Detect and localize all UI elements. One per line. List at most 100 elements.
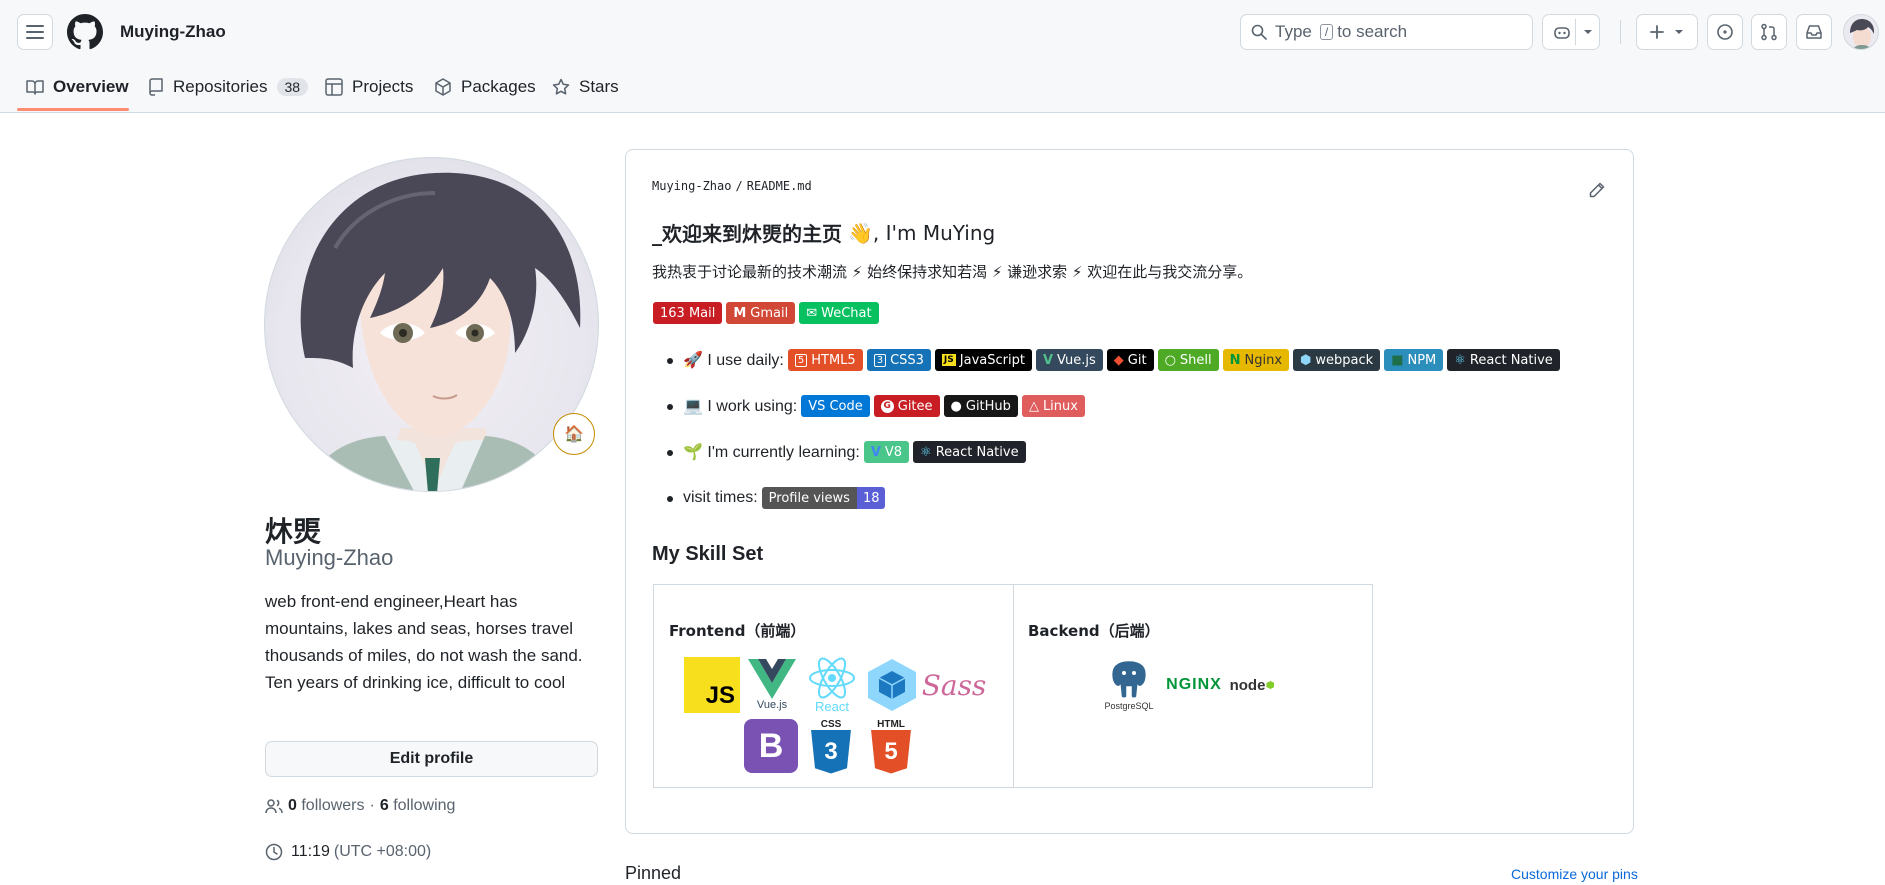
local-time-row: 11:19 (UTC +08:00)	[265, 843, 431, 861]
badge-html5[interactable]: 5 HTML5	[787, 349, 863, 371]
badge-npm[interactable]: ■ NPM	[1384, 349, 1444, 371]
tab-projects[interactable]: Projects	[325, 70, 413, 104]
bullet	[667, 496, 673, 502]
html5-logo-number: 5	[884, 737, 898, 765]
menu-button[interactable]	[17, 14, 53, 50]
nodejs-logo[interactable]: node	[1224, 665, 1280, 705]
followers-row: 0 followers · 6 following	[265, 797, 455, 815]
search-input[interactable]: Type / to search	[1240, 14, 1533, 50]
postgresql-logo[interactable]: PostgreSQL	[1099, 657, 1159, 713]
badge-wechat[interactable]: ✉ WeChat	[799, 302, 879, 324]
inbox-button[interactable]	[1796, 14, 1832, 50]
badge-webpack[interactable]: ⬢ webpack	[1293, 349, 1381, 371]
badge-javascript[interactable]: JS JavaScript	[934, 349, 1032, 371]
html5-logo[interactable]: HTML 5	[869, 717, 913, 775]
vue-logo-text: Vue.js	[756, 699, 788, 711]
profile-views-count: 18	[856, 487, 886, 509]
nginx-icon: N	[1229, 352, 1241, 368]
vue-logo[interactable]: Vue.js	[744, 657, 800, 713]
tab-overview-underline	[17, 108, 129, 111]
sass-logo[interactable]: Sass	[922, 657, 987, 713]
followers-link[interactable]: 0 followers	[288, 797, 365, 815]
header-username[interactable]: Muying-Zhao	[120, 22, 226, 42]
issues-button[interactable]	[1707, 14, 1743, 50]
pencil-icon	[1589, 182, 1605, 198]
book-icon	[26, 80, 44, 95]
react-atom-icon	[809, 657, 855, 698]
bullet	[667, 450, 673, 456]
create-new-button[interactable]	[1636, 14, 1698, 50]
frontend-label: Frontend（前端）	[669, 622, 806, 640]
badge-nginx[interactable]: N Nginx	[1222, 349, 1290, 371]
badge-v8[interactable]: V V8	[863, 441, 910, 463]
shell-icon: ○	[1164, 352, 1176, 368]
copilot-divider	[1575, 19, 1576, 45]
nodejs-hexagon-icon	[1266, 681, 1275, 689]
badge-react-native-label: React Native	[1469, 352, 1553, 368]
profile-avatar[interactable]	[264, 157, 599, 492]
v8-icon: V	[870, 444, 881, 460]
skill-set-heading: My Skill Set	[652, 543, 764, 565]
css3-logo[interactable]: CSS 3	[809, 717, 853, 775]
set-status-button[interactable]: 🏠	[553, 413, 595, 455]
readme-path-user[interactable]: Muying-Zhao	[652, 179, 731, 193]
github-logo-icon[interactable]	[67, 14, 103, 50]
learning-label: 🌱 I'm currently learning:	[683, 444, 860, 461]
gitee-icon: G	[880, 399, 894, 413]
readme-heading: _欢迎来到炑煚的主页 👋 , I'm MuYing	[652, 218, 995, 247]
badge-git-label: Git	[1127, 352, 1147, 368]
readme-intro: 我热衷于讨论最新的技术潮流 ⚡ 始终保持求知若渴 ⚡ 谦逊求索 ⚡ 欢迎在此与我…	[652, 263, 1253, 281]
package-icon	[435, 78, 451, 96]
following-count: 6	[379, 797, 389, 814]
postgresql-elephant-icon	[1110, 659, 1148, 699]
tab-projects-label: Projects	[352, 77, 414, 96]
nodejs-logo-text: node	[1229, 676, 1266, 694]
badge-linux[interactable]: △ Linux	[1021, 395, 1085, 417]
profile-login: Muying-Zhao	[265, 545, 394, 570]
badge-gmail[interactable]: M Gmail	[726, 302, 796, 324]
pull-requests-button[interactable]	[1751, 14, 1787, 50]
edit-profile-button[interactable]: Edit profile	[265, 741, 598, 777]
html5-icon: 5	[794, 353, 808, 367]
repo-icon	[149, 78, 163, 96]
bootstrap-logo[interactable]: B	[744, 719, 798, 773]
customize-pins-link[interactable]: Customize your pins	[1511, 866, 1638, 882]
linux-icon: △	[1028, 398, 1039, 414]
list-item-use-daily: 🚀 I use daily: 5 HTML5 3 CSS3 JS JavaScript…	[667, 349, 1564, 371]
badge-github-label: GitHub	[965, 398, 1011, 414]
badge-gitee[interactable]: G Gitee	[873, 395, 940, 417]
tab-stars[interactable]: Stars	[552, 70, 619, 104]
tab-repositories[interactable]: Repositories 38	[148, 70, 309, 104]
webpack-logo[interactable]	[864, 657, 920, 713]
react-icon: ⚛	[1454, 352, 1466, 368]
badge-github[interactable]: ● GitHub	[943, 395, 1018, 417]
user-avatar[interactable]	[1843, 14, 1879, 50]
javascript-logo[interactable]: JS	[684, 657, 740, 713]
badge-webpack-label: webpack	[1315, 352, 1374, 368]
react-icon: ⚛	[920, 444, 932, 460]
tab-packages[interactable]: Packages	[434, 70, 536, 104]
badge-css3[interactable]: 3 CSS3	[866, 349, 931, 371]
frontend-cell: Frontend（前端） JS Vue.js React Sass B CSS	[654, 585, 1014, 787]
list-item-visit-times: visit times: Profile views 18	[667, 487, 886, 509]
badge-vscode[interactable]: VS Code	[801, 395, 870, 417]
badge-shell[interactable]: ○ Shell	[1157, 349, 1219, 371]
tab-overview[interactable]: Overview	[26, 70, 129, 104]
search-shortcut-key: /	[1319, 24, 1334, 40]
nginx-logo[interactable]: NGINX	[1164, 665, 1224, 705]
badge-react-native-learning[interactable]: ⚛ React Native	[913, 441, 1026, 463]
badge-git[interactable]: ◆ Git	[1106, 349, 1154, 371]
copilot-button[interactable]	[1542, 14, 1600, 50]
badge-163-mail[interactable]: 163 Mail	[653, 302, 723, 324]
edit-readme-button[interactable]	[1586, 179, 1608, 201]
profile-name: 炑煚	[265, 515, 322, 548]
readme-path-file[interactable]: README.md	[747, 179, 812, 193]
badge-vuejs[interactable]: V Vue.js	[1035, 349, 1103, 371]
list-item-work-using: 💻 I work using: VS Code G Gitee ● GitHub △…	[667, 395, 1089, 417]
badge-react-native[interactable]: ⚛ React Native	[1447, 349, 1560, 371]
react-logo[interactable]: React	[804, 655, 860, 715]
search-icon	[1251, 24, 1267, 40]
following-link[interactable]: 6 following	[380, 797, 456, 815]
profile-bio: web front-end engineer,Heart has mountai…	[265, 592, 583, 692]
react-logo-text: React	[815, 698, 849, 714]
